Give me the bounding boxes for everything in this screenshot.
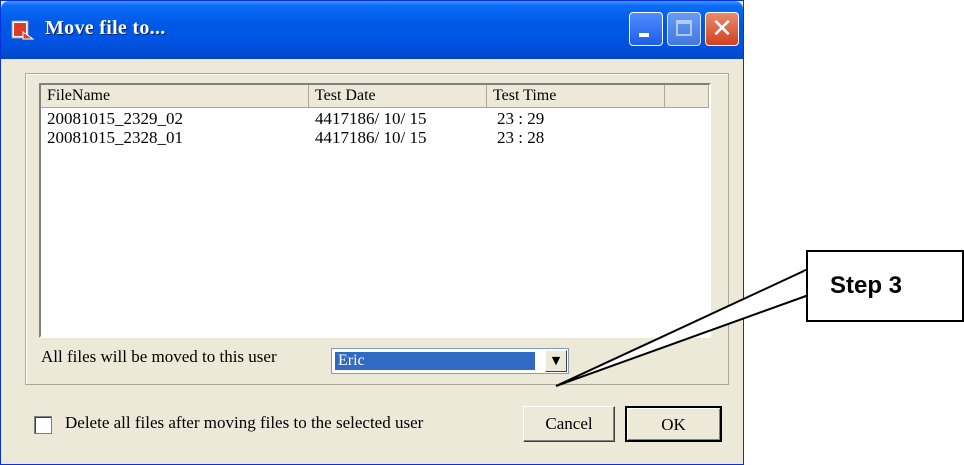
target-user-value: Eric <box>335 352 535 370</box>
file-list[interactable]: FileName Test Date Test Time 20081015_23… <box>39 83 711 338</box>
maximize-button[interactable] <box>667 12 701 46</box>
column-header-test-date[interactable]: Test Date <box>309 85 487 107</box>
step-callout: Step 3 <box>806 250 964 322</box>
move-file-dialog: Move file to... ✕ FileName Test Date Tes… <box>0 0 744 465</box>
table-row[interactable]: 20081015_2329_02 4417186/ 10/ 15 23 : 29 <box>41 109 709 129</box>
cell-test-time: 23 : 29 <box>497 109 545 128</box>
maximize-icon <box>676 20 692 36</box>
delete-files-label[interactable]: Delete all files after moving files to t… <box>65 413 423 433</box>
target-user-label: All files will be moved to this user <box>41 347 277 366</box>
cell-filename: 20081015_2329_02 <box>47 109 183 128</box>
cell-test-date: 4417186/ 10/ 15 <box>315 109 427 128</box>
close-icon: ✕ <box>711 14 733 44</box>
column-header-test-time[interactable]: Test Time <box>487 85 665 107</box>
cell-filename: 20081015_2328_01 <box>47 128 183 147</box>
column-header-filename[interactable]: FileName <box>41 85 309 107</box>
callout-text: Step 3 <box>830 272 903 299</box>
cell-test-date: 4417186/ 10/ 15 <box>315 128 427 147</box>
column-header-filler <box>665 85 709 107</box>
close-button[interactable]: ✕ <box>705 12 739 46</box>
chevron-down-icon: ▼ <box>551 354 561 367</box>
move-file-app-icon <box>11 20 35 40</box>
delete-files-checkbox[interactable] <box>34 416 52 434</box>
dropdown-button[interactable]: ▼ <box>545 350 567 372</box>
window-title: Move file to... <box>45 17 166 39</box>
minimize-button[interactable] <box>629 12 663 46</box>
ok-button[interactable]: OK <box>625 406 722 442</box>
target-user-select[interactable]: Eric ▼ <box>331 348 569 374</box>
minimize-icon <box>639 33 649 37</box>
title-bar[interactable]: Move file to... ✕ <box>1 1 743 59</box>
cancel-button[interactable]: Cancel <box>523 406 615 442</box>
cell-test-time: 23 : 28 <box>497 128 545 147</box>
list-header: FileName Test Date Test Time <box>41 85 709 108</box>
table-row[interactable]: 20081015_2328_01 4417186/ 10/ 15 23 : 28 <box>41 128 709 148</box>
